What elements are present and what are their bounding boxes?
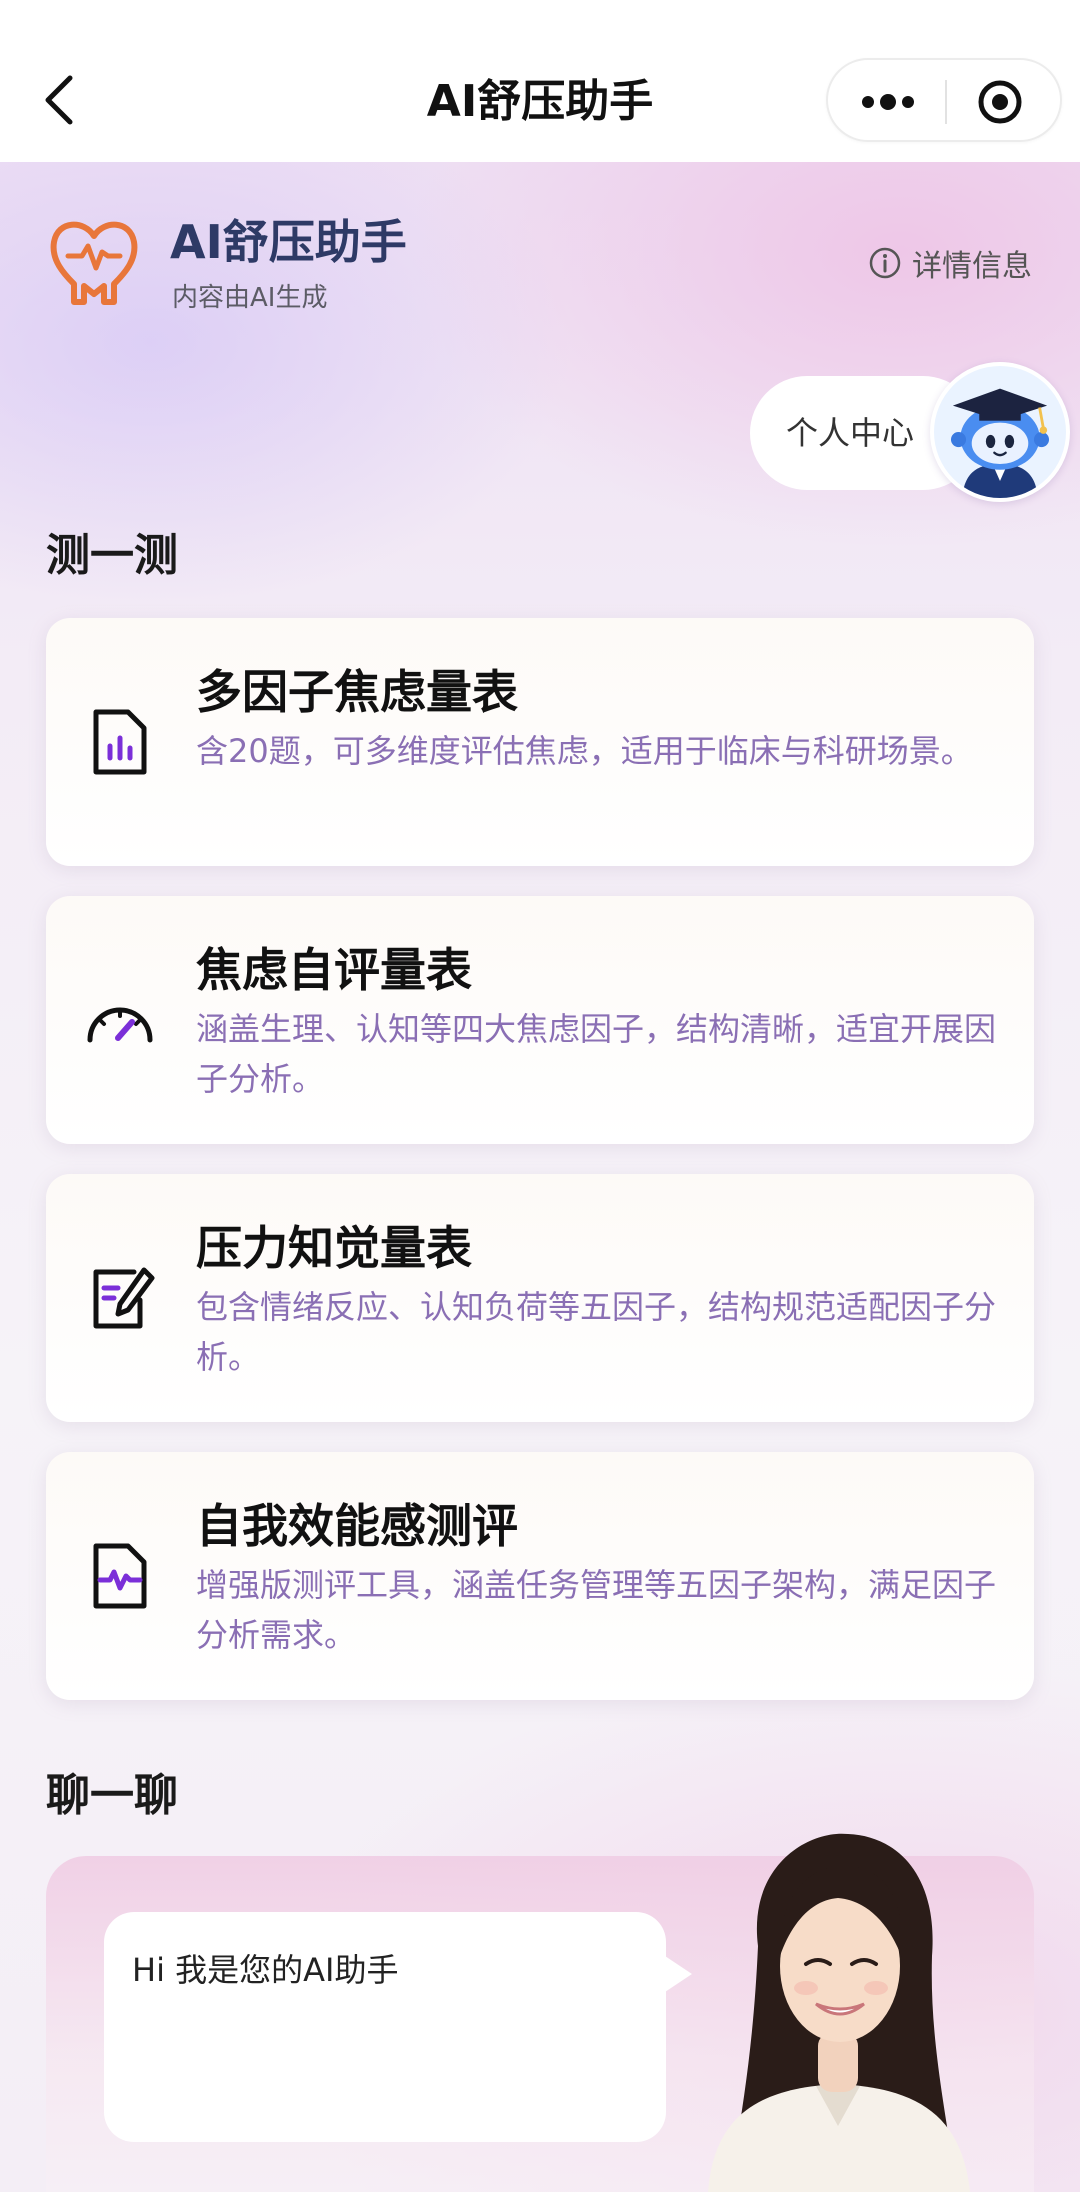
edit-document-icon [93, 1267, 155, 1329]
document-chart-icon [93, 709, 147, 775]
detail-info-label: 详情信息 [912, 249, 1032, 284]
scale-card[interactable]: 压力知觉量表 包含情绪反应、认知负荷等五因子，结构规范适配因子分析。 [46, 1174, 1034, 1422]
brand-title: AI舒压助手 [170, 215, 407, 269]
card-description: 增强版测评工具，涵盖任务管理等五因子架构，满足因子分析需求。 [196, 1566, 997, 1654]
chat-bubble [104, 1912, 666, 2142]
card-title: 焦虑自评量表 [196, 943, 472, 997]
more-dots-icon[interactable] [858, 86, 918, 118]
top-navigation-bar: AI舒压助手 [0, 0, 1080, 162]
robot-graduate-avatar[interactable] [930, 362, 1070, 502]
personal-center-label: 个人中心 [786, 414, 915, 452]
section-title-chat: 聊一聊 [46, 1770, 178, 1821]
card-title: 多因子焦虑量表 [196, 665, 518, 719]
mini-program-capsule [826, 58, 1062, 142]
heart-pulse-icon [50, 221, 138, 305]
card-description: 涵盖生理、认知等四大焦虑因子，结构清晰，适宜开展因子分析。 [196, 1010, 997, 1098]
pulse-document-icon [93, 1543, 147, 1609]
chat-greeting: Hi 我是您的AI助手 [132, 1951, 399, 1989]
brand-subtitle: 内容由AI生成 [172, 283, 328, 313]
card-title: 压力知觉量表 [196, 1221, 472, 1275]
info-icon [869, 247, 901, 279]
target-circle-icon[interactable] [976, 78, 1024, 126]
scale-card[interactable]: 多因子焦虑量表 含20题，可多维度评估焦虑，适用于临床与科研场景。 [46, 618, 1034, 866]
scale-card[interactable]: 焦虑自评量表 涵盖生理、认知等四大焦虑因子，结构清晰，适宜开展因子分析。 [46, 896, 1034, 1144]
robot-graduate-illustration [934, 366, 1066, 498]
card-description: 包含情绪反应、认知负荷等五因子，结构规范适配因子分析。 [196, 1288, 997, 1376]
card-description: 含20题，可多维度评估焦虑，适用于临床与科研场景。 [196, 732, 973, 770]
card-title: 自我效能感测评 [196, 1499, 518, 1553]
capsule-divider [945, 80, 947, 124]
detail-info-link[interactable]: 详情信息 [868, 244, 1032, 284]
gauge-icon [87, 1007, 153, 1043]
scale-card[interactable]: 自我效能感测评 增强版测评工具，涵盖任务管理等五因子架构，满足因子分析需求。 [46, 1452, 1034, 1700]
assistant-portrait[interactable] [688, 1826, 988, 2192]
section-title-test: 测一测 [46, 530, 178, 581]
